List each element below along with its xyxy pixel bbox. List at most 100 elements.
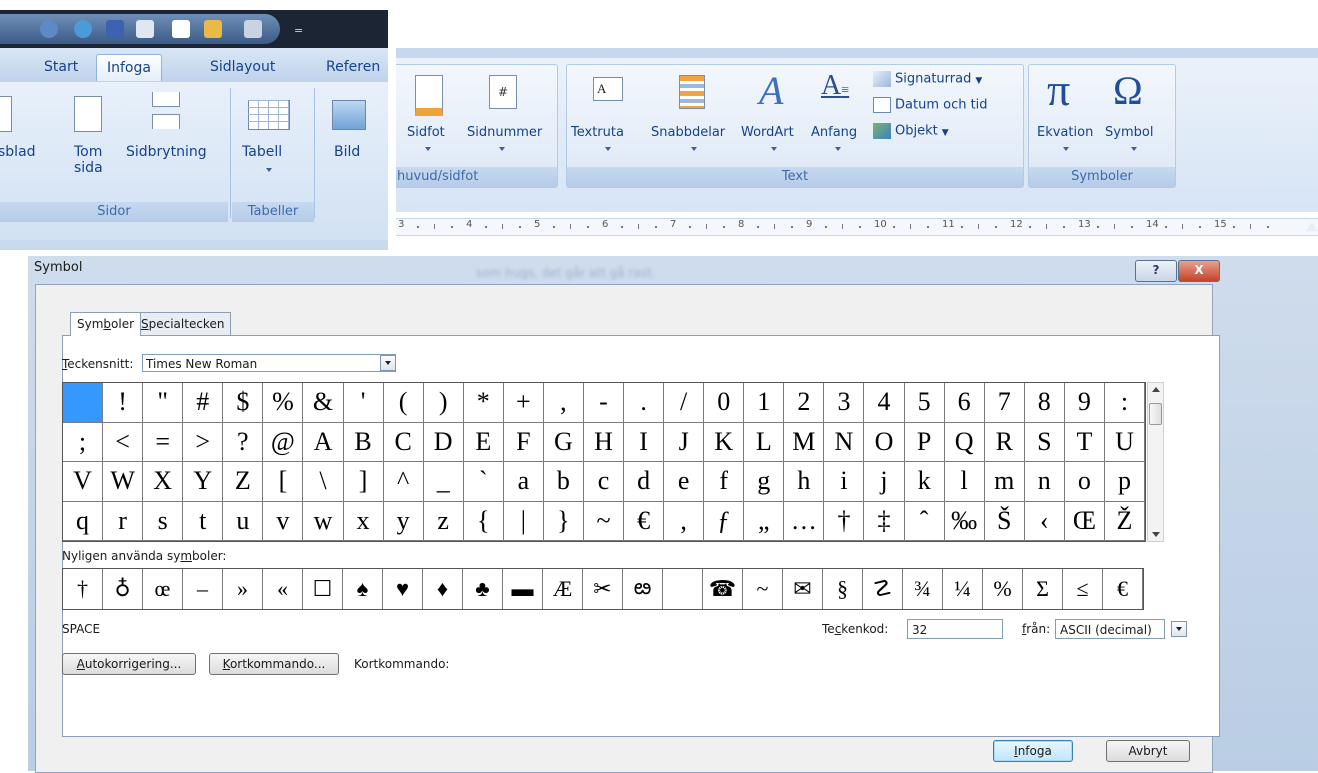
symbol-cell[interactable]: <	[103, 422, 144, 462]
symbol-cell[interactable]: -	[583, 383, 625, 423]
symbol-cell[interactable]: 7	[984, 383, 1025, 423]
page-number-button[interactable]: # Sidnummer	[459, 71, 547, 161]
tab-sidlayout[interactable]: Sidlayout	[200, 54, 285, 80]
recent-symbol-cell[interactable]: ~	[743, 569, 783, 609]
symbol-cell[interactable]: l	[944, 462, 985, 502]
symbol-cell[interactable]: d	[624, 462, 665, 502]
drop-cap-button[interactable]: A≡ Anfang	[809, 71, 869, 161]
symbol-cell[interactable]: F	[503, 422, 544, 462]
symbol-cell[interactable]: ƒ	[704, 501, 745, 541]
symbol-grid-scrollbar[interactable]	[1147, 382, 1164, 542]
symbol-cell[interactable]: *	[463, 383, 504, 423]
symbol-cell[interactable]: /	[664, 383, 705, 423]
recent-symbol-cell[interactable]: ¾	[903, 569, 943, 609]
recent-symbol-cell[interactable]	[663, 569, 703, 609]
insert-button[interactable]: Infoga	[993, 740, 1073, 762]
symbol-cell[interactable]: U	[1104, 422, 1145, 462]
symbol-cell[interactable]: 6	[944, 383, 985, 423]
recent-symbols-grid[interactable]: † ♁ œ –» «☐ ♠ ♥ ♦ ♣ ▬ Æ ✂ ఴ ☎ ~ ✉ § ☡ ¾ ¼% Σ ≤ €	[62, 568, 1144, 610]
symbol-cell[interactable]: 0	[704, 383, 745, 423]
scroll-down-icon[interactable]	[1152, 532, 1160, 537]
recent-symbol-cell[interactable]: ¼	[943, 569, 983, 609]
close-button[interactable]: X	[1178, 260, 1220, 282]
symbol-cell[interactable]: !	[103, 383, 144, 423]
symbol-cell[interactable]: „	[744, 501, 785, 541]
font-dropdown-chevron-down-icon[interactable]	[380, 355, 396, 371]
symbol-cell[interactable]: k	[904, 462, 945, 502]
symbol-cell[interactable]: Ž	[1104, 501, 1145, 541]
symbol-cell[interactable]: |	[503, 501, 544, 541]
recent-symbol-cell[interactable]: %	[983, 569, 1023, 609]
symbol-cell[interactable]: P	[904, 422, 945, 462]
symbol-cell[interactable]: &	[303, 383, 344, 423]
symbol-cell[interactable]: A	[303, 422, 344, 462]
cancel-button[interactable]: Avbryt	[1106, 740, 1190, 762]
symbol-cell[interactable]: †	[824, 501, 865, 541]
signature-line-button[interactable]: Signaturrad ▼	[873, 71, 982, 93]
symbol-cell[interactable]: S	[1024, 422, 1065, 462]
recent-symbol-cell[interactable]: €	[1103, 569, 1143, 609]
symbol-cell[interactable]: h	[784, 462, 825, 502]
symbol-cell[interactable]: {	[463, 501, 504, 541]
symbol-cell[interactable]: G	[543, 422, 584, 462]
symbol-cell[interactable]: z	[423, 501, 464, 541]
symbol-cell[interactable]: j	[864, 462, 905, 502]
symbol-cell[interactable]: ~	[583, 501, 625, 541]
recent-symbol-cell[interactable]: ♠	[343, 569, 383, 609]
symbol-cell[interactable]: Q	[944, 422, 985, 462]
symbol-cell[interactable]: p	[1104, 462, 1145, 502]
symbol-cell[interactable]: €	[624, 501, 665, 541]
symbol-cell[interactable]: 2	[784, 383, 825, 423]
symbol-cell[interactable]: ‰	[944, 501, 985, 541]
recent-symbol-cell[interactable]: ≤	[1063, 569, 1103, 609]
symbol-cell[interactable]: B	[343, 422, 384, 462]
quick-parts-button[interactable]: Snabbdelar	[651, 71, 737, 161]
symbol-cell[interactable]: a	[503, 462, 544, 502]
symbol-cell[interactable]: n	[1024, 462, 1065, 502]
recent-symbol-cell[interactable]: ♣	[463, 569, 503, 609]
recent-symbol-cell[interactable]: ♁	[103, 569, 143, 609]
symbol-cell[interactable]: _	[423, 462, 464, 502]
shortcut-key-button[interactable]: Kortkommando...	[209, 653, 339, 675]
symbol-cell[interactable]: 4	[864, 383, 905, 423]
recent-symbol-cell[interactable]: ▬	[503, 569, 543, 609]
from-dropdown-chevron-down-icon[interactable]	[1171, 621, 1187, 637]
autocorrect-button[interactable]: Autokorrigering...	[62, 653, 196, 675]
recent-symbol-cell[interactable]: ☡	[863, 569, 903, 609]
symbol-cell[interactable]: 5	[904, 383, 945, 423]
symbol-grid[interactable]: ! " # $% & '() * +, -./0 1 2 3 4 5 6 7 8 9:; < = >? @ A B C D E F G H…	[62, 382, 1146, 542]
recent-symbol-cell[interactable]: œ	[143, 569, 183, 609]
symbol-cell[interactable]: :	[1104, 383, 1145, 423]
text-box-button[interactable]: A Textruta	[569, 71, 649, 161]
symbol-cell[interactable]: Y	[183, 462, 224, 502]
undo-icon[interactable]	[40, 20, 58, 38]
symbol-cell[interactable]: ?	[223, 422, 264, 462]
symbol-cell[interactable]: g	[744, 462, 785, 502]
symbol-cell[interactable]: (	[383, 383, 424, 423]
symbol-cell[interactable]: b	[543, 462, 584, 502]
quick-print-icon[interactable]	[244, 20, 262, 38]
symbol-cell[interactable]: ,	[543, 383, 584, 423]
symbol-cell[interactable]: +	[503, 383, 544, 423]
symbol-cell[interactable]: f	[704, 462, 745, 502]
symbol-cell[interactable]: s	[143, 501, 184, 541]
symbol-cell[interactable]: M	[784, 422, 825, 462]
symbol-cell[interactable]: ‹	[1024, 501, 1065, 541]
symbol-cell[interactable]: =	[143, 422, 184, 462]
symbol-cell[interactable]: m	[984, 462, 1025, 502]
recent-symbol-cell[interactable]: ☐	[303, 569, 343, 609]
symbol-cell[interactable]: "	[143, 383, 184, 423]
recent-symbol-cell[interactable]: ✉	[783, 569, 823, 609]
from-select[interactable]: ASCII (decimal)	[1055, 619, 1165, 639]
symbol-cell[interactable]: ^	[383, 462, 424, 502]
recent-symbol-cell[interactable]: §	[823, 569, 863, 609]
character-code-input[interactable]: 32	[907, 619, 1003, 639]
symbol-cell[interactable]: t	[183, 501, 224, 541]
symbol-cell[interactable]: D	[423, 422, 464, 462]
symbol-cell[interactable]: ‡	[864, 501, 905, 541]
symbol-cell[interactable]: ]	[343, 462, 384, 502]
equation-button[interactable]: π Ekvation	[1033, 65, 1099, 161]
symbol-cell[interactable]: @	[263, 422, 304, 462]
symbol-cell[interactable]: …	[784, 501, 825, 541]
symbol-cell[interactable]: [	[263, 462, 304, 502]
